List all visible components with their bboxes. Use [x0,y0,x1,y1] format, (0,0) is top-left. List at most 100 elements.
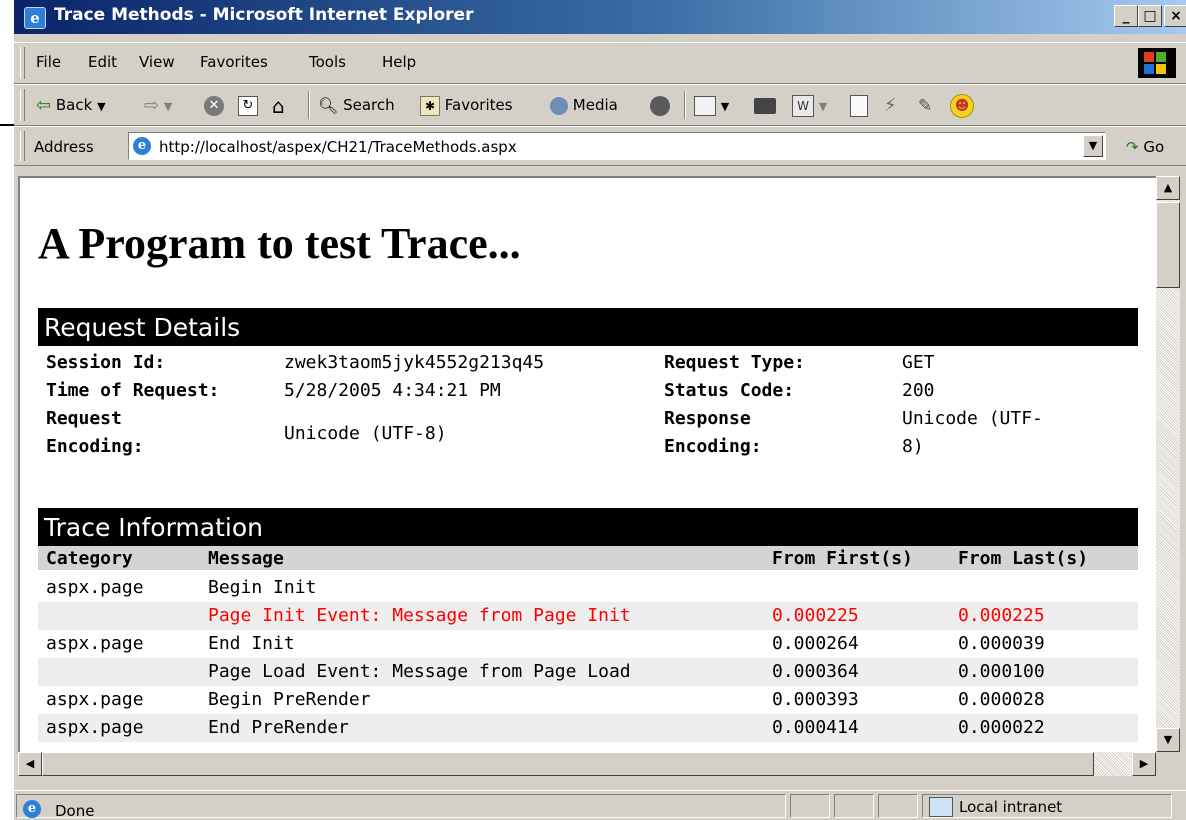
scroll-right-button[interactable]: ▶ [1132,752,1156,776]
back-label: Back [55,96,93,114]
stop-icon: ✕ [204,95,224,116]
title-bar: e Trace Methods - Microsoft Internet Exp… [14,0,1186,34]
horizontal-scroll-thumb[interactable] [42,752,1094,776]
status-main-panel: e Done [16,794,786,820]
row-category: aspx.page [46,689,144,710]
page-heading: A Program to test Trace... [38,219,521,268]
maximize-button[interactable]: □ [1138,5,1162,27]
menu-grip[interactable] [20,47,25,79]
request-type-value: GET [902,352,935,373]
page-done-icon: e [23,800,41,818]
discuss-button[interactable] [850,93,868,117]
favorites-button[interactable]: ✱ Favorites [420,93,513,117]
favorites-star-icon: ✱ [420,95,440,116]
time-of-request-value: 5/28/2005 4:34:21 PM [284,380,501,401]
horizontal-scrollbar[interactable]: ◀ ▶ [18,752,1156,776]
status-panel [878,794,918,818]
logo-red [1144,52,1154,62]
background-line [0,124,14,126]
address-dropdown-button[interactable]: ▼ [1083,135,1103,157]
request-details-header: Request Details [38,308,1138,346]
column-message: Message [208,548,284,569]
response-encoding-value-line2: 8) [902,436,924,457]
table-row: aspx.page End Init 0.000264 0.000039 [38,630,1138,658]
address-url[interactable]: http://localhost/aspex/CH21/TraceMethods… [159,138,517,156]
minimize-button[interactable]: _ [1114,5,1138,27]
mail-dropdown-icon: ▼ [720,100,730,113]
time-of-request-label: Time of Request: [46,380,220,401]
go-label: Go [1143,138,1165,156]
smiley-button[interactable]: ☻ [950,93,974,118]
menu-bar: File Edit View Favorites Tools Help [14,42,1186,84]
request-encoding-label-line2: Encoding: [46,436,144,457]
table-row: aspx.page End PreRender 0.000414 0.00002… [38,714,1138,742]
menu-view[interactable]: View [139,53,175,71]
back-button[interactable]: ⇦ Back ▼ [36,93,106,117]
research-button[interactable]: ✎ [918,93,932,117]
go-button[interactable]: ↷ Go [1126,138,1164,156]
home-button[interactable]: ⌂ [272,93,285,118]
toolbar-grip[interactable] [20,89,25,121]
mail-button[interactable]: ▼ [694,93,729,117]
back-dropdown-icon: ▼ [97,100,106,113]
history-button[interactable] [650,93,670,117]
row-message: End PreRender [208,717,349,738]
ie-logo-icon: e [24,7,46,29]
request-encoding-label-line1: Request [46,408,122,429]
close-button[interactable]: × [1164,5,1186,27]
menu-edit[interactable]: Edit [88,53,117,71]
background-margin [0,0,14,820]
trace-table-header: Category Message From First(s) From Last… [38,546,1138,570]
standard-toolbar: ⇦ Back ▼ ⇨ ▼ ✕ ↻ ⌂ 🔍︎ Search ✱ Favorites… [14,84,1186,126]
address-grip[interactable] [20,131,25,161]
forward-button[interactable]: ⇨ ▼ [144,93,172,117]
scroll-up-button[interactable]: ▲ [1156,176,1180,200]
vertical-scrollbar[interactable]: ▲ ▼ [1156,176,1180,752]
address-input[interactable]: e http://localhost/aspex/CH21/TraceMetho… [128,132,1106,160]
menu-file[interactable]: File [36,53,61,71]
vertical-scroll-thumb[interactable] [1156,202,1180,288]
row-from-last: 0.000225 [958,605,1045,626]
refresh-button[interactable]: ↻ [238,93,258,117]
scroll-down-button[interactable]: ▼ [1156,728,1180,752]
windows-logo-icon [1138,48,1176,78]
forward-dropdown-icon: ▼ [163,100,173,113]
menu-tools[interactable]: Tools [309,53,346,71]
row-message: Begin Init [208,577,317,598]
logo-yellow [1156,64,1166,74]
logo-green [1156,52,1166,62]
smiley-icon: ☻ [950,93,974,118]
media-label: Media [572,96,618,114]
page-icon: e [133,137,151,155]
row-category: aspx.page [46,577,144,598]
media-button[interactable]: Media [550,93,618,117]
column-category: Category [46,548,133,569]
menu-help[interactable]: Help [382,53,416,71]
request-type-label: Request Type: [664,352,805,373]
status-panel [834,794,874,818]
messenger-button[interactable]: ⚡︎ [884,93,897,117]
home-icon: ⌂ [272,93,285,118]
table-row: Page Init Event: Message from Page Init … [38,602,1138,630]
scroll-left-button[interactable]: ◀ [18,752,42,776]
logo-blue [1144,64,1154,74]
column-from-first: From First(s) [772,548,913,569]
printer-icon [754,97,776,114]
go-arrow-icon: ↷ [1126,138,1139,156]
row-from-last: 0.000022 [958,717,1045,738]
print-button[interactable] [754,93,776,117]
stop-button[interactable]: ✕ [204,93,224,117]
menu-favorites[interactable]: Favorites [200,53,268,71]
zone-panel: Local intranet [922,794,1172,818]
row-message: Page Init Event: Message from Page Init [208,605,631,626]
response-encoding-value-line1: Unicode (UTF- [902,408,1043,429]
row-message: Begin PreRender [208,689,371,710]
table-row: aspx.page Begin PreRender 0.000393 0.000… [38,686,1138,714]
lightning-icon: ⚡︎ [884,94,897,116]
edit-button[interactable]: W ▼ [792,93,827,117]
row-from-last: 0.000039 [958,633,1045,654]
row-category: aspx.page [46,633,144,654]
search-button[interactable]: 🔍︎ Search [318,93,395,117]
column-from-last: From Last(s) [958,548,1089,569]
browser-window: e Trace Methods - Microsoft Internet Exp… [0,0,1186,820]
